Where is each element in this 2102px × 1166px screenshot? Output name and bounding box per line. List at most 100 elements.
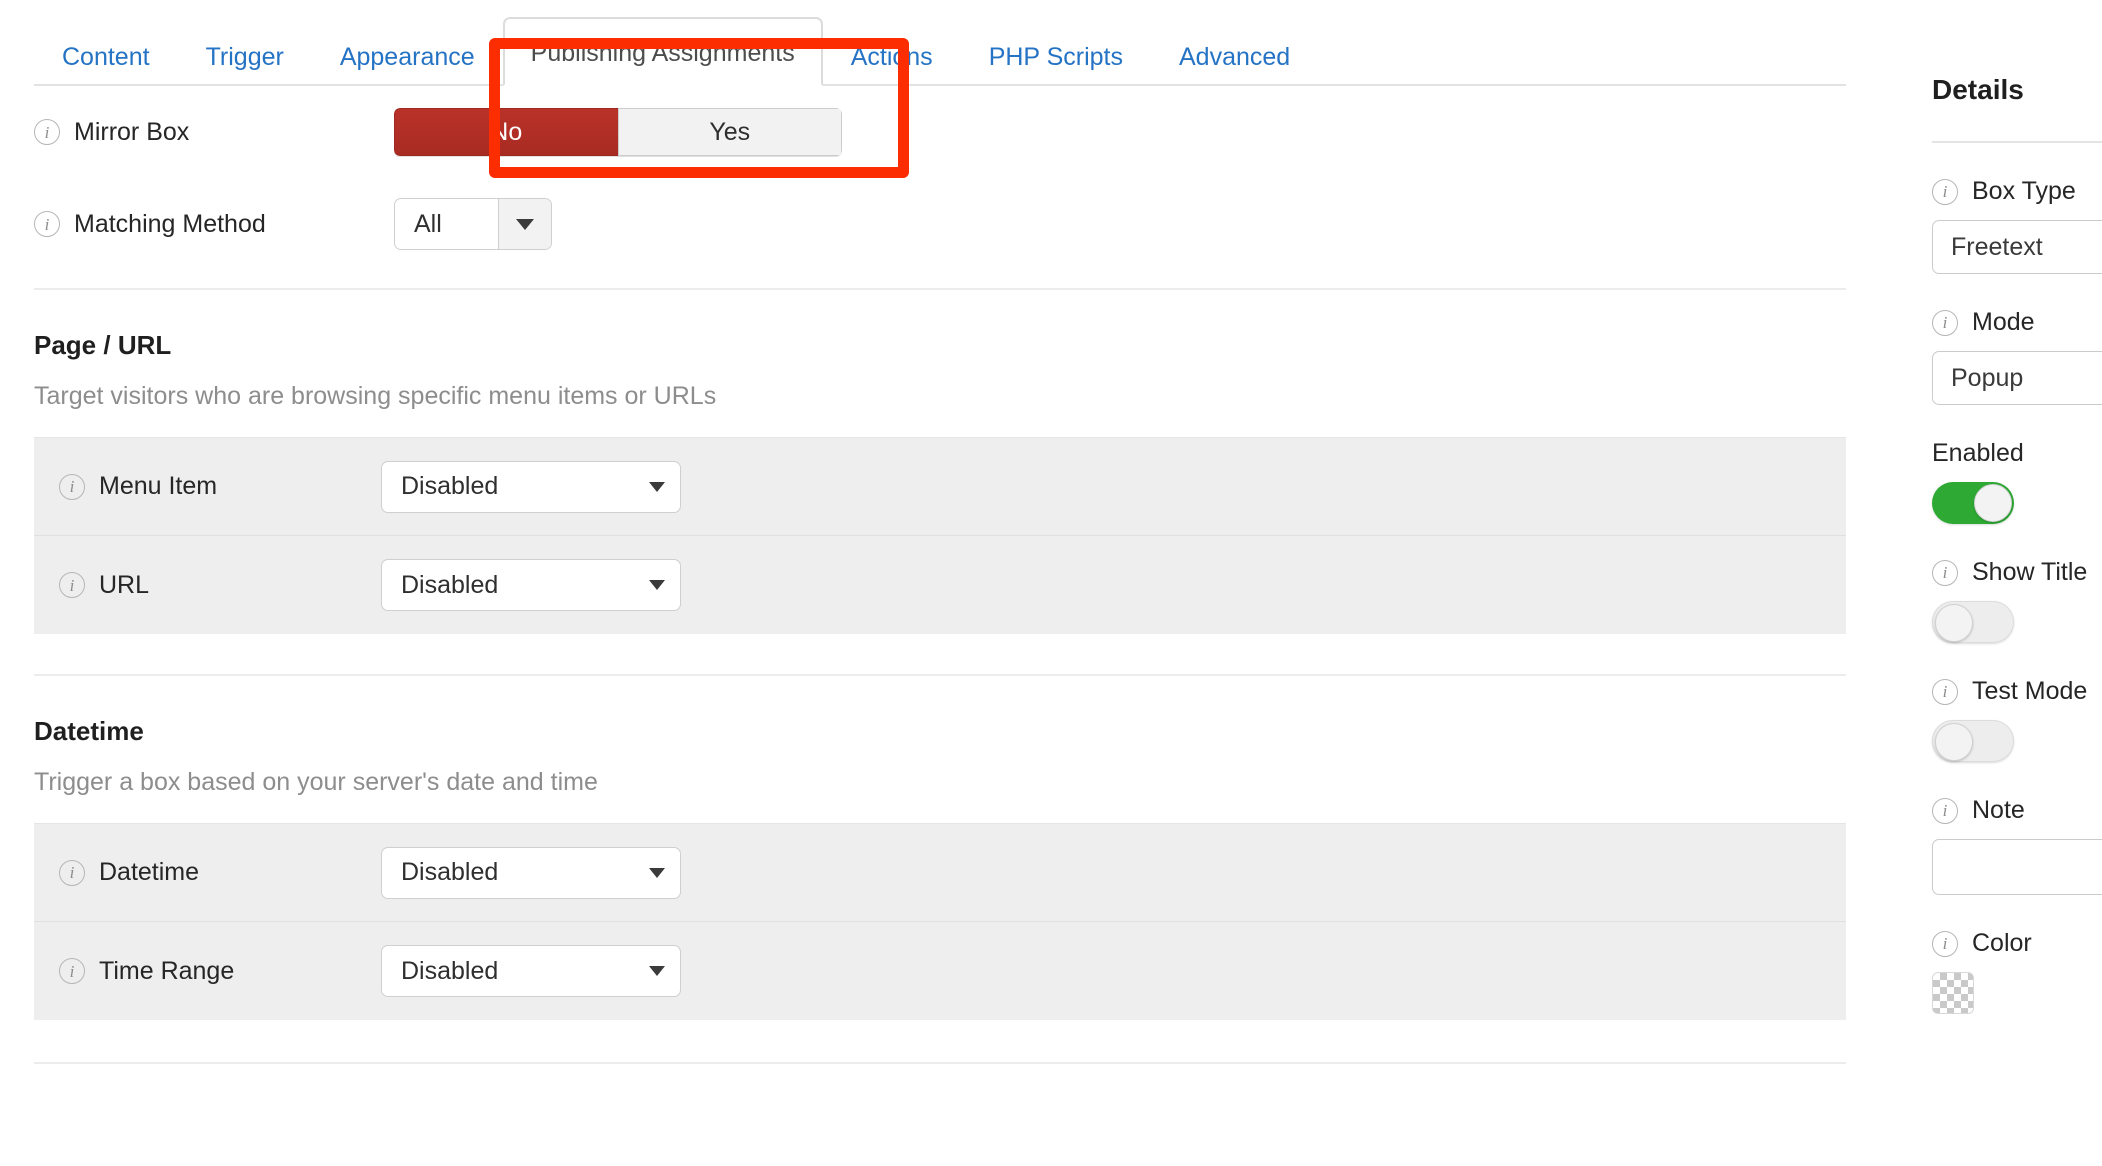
tab-bar: Content Trigger Appearance Publishing As… — [34, 0, 1846, 86]
datetime-label: Datetime — [99, 858, 199, 887]
time-range-value: Disabled — [382, 946, 634, 996]
matching-method-label-group: i Matching Method — [34, 210, 394, 239]
toggle-knob — [1935, 723, 1973, 761]
details-enabled-field: Enabled — [1932, 405, 2102, 524]
url-select[interactable]: Disabled — [381, 559, 681, 611]
menu-item-select[interactable]: Disabled — [381, 461, 681, 513]
menu-item-label-group: i Menu Item — [59, 472, 381, 501]
section-datetime: Datetime Trigger a box based on your ser… — [0, 676, 1880, 1020]
publishing-assignments-page: Content Trigger Appearance Publishing As… — [0, 0, 2102, 1166]
section-page-url-title: Page / URL — [34, 290, 1846, 361]
tab-actions[interactable]: Actions — [823, 43, 961, 84]
mirror-box-option-yes[interactable]: Yes — [618, 108, 843, 156]
box-type-input[interactable]: Freetext — [1932, 220, 2102, 274]
menu-item-label: Menu Item — [99, 472, 217, 501]
tab-publishing-assignments[interactable]: Publishing Assignments — [503, 17, 823, 86]
tab-php-scripts[interactable]: PHP Scripts — [961, 43, 1151, 84]
matching-method-label: Matching Method — [74, 210, 266, 239]
url-value: Disabled — [382, 560, 634, 610]
chevron-down-icon[interactable] — [634, 946, 680, 996]
section-datetime-subtitle: Trigger a box based on your server's dat… — [34, 747, 1846, 823]
enabled-toggle[interactable] — [1932, 482, 2014, 524]
info-icon[interactable]: i — [59, 860, 85, 886]
chevron-down-icon[interactable] — [634, 848, 680, 898]
chevron-down-icon[interactable] — [634, 462, 680, 512]
note-label-group: i Note — [1932, 796, 2102, 825]
datetime-value: Disabled — [382, 848, 634, 898]
box-type-label-group: i Box Type — [1932, 177, 2102, 206]
info-icon[interactable]: i — [1932, 679, 1958, 705]
tab-trigger[interactable]: Trigger — [178, 43, 312, 84]
section-datetime-title: Datetime — [34, 676, 1846, 747]
info-icon[interactable]: i — [1932, 310, 1958, 336]
page-url-grid: i Menu Item Disabled i URL Disabled — [34, 437, 1846, 634]
details-box-type-field: i Box Type Freetext — [1932, 143, 2102, 274]
section-page-url: Page / URL Target visitors who are brows… — [0, 290, 1880, 634]
info-icon[interactable]: i — [1932, 798, 1958, 824]
details-color-field: i Color — [1932, 895, 2102, 1014]
mirror-box-label-group: i Mirror Box — [34, 118, 394, 147]
info-icon[interactable]: i — [34, 119, 60, 145]
note-label: Note — [1972, 796, 2025, 825]
info-icon[interactable]: i — [59, 572, 85, 598]
info-icon[interactable]: i — [1932, 931, 1958, 957]
chevron-down-icon[interactable] — [498, 199, 551, 249]
details-title: Details — [1932, 0, 2102, 106]
note-input[interactable] — [1932, 839, 2102, 895]
show-title-label-group: i Show Title — [1932, 558, 2102, 587]
row-menu-item: i Menu Item Disabled — [34, 438, 1846, 536]
main-column: Content Trigger Appearance Publishing As… — [0, 0, 1880, 1166]
datetime-select[interactable]: Disabled — [381, 847, 681, 899]
box-type-label: Box Type — [1972, 177, 2076, 206]
details-note-field: i Note — [1932, 762, 2102, 895]
chevron-down-icon[interactable] — [634, 560, 680, 610]
enabled-label: Enabled — [1932, 439, 2102, 468]
mode-input[interactable]: Popup — [1932, 351, 2102, 405]
row-time-range: i Time Range Disabled — [34, 922, 1846, 1020]
matching-method-value: All — [395, 199, 498, 249]
color-label: Color — [1972, 929, 2032, 958]
test-mode-label: Test Mode — [1972, 677, 2087, 706]
info-icon[interactable]: i — [34, 211, 60, 237]
info-icon[interactable]: i — [59, 474, 85, 500]
mirror-box-toggle-group[interactable]: No Yes — [394, 108, 842, 156]
tab-advanced[interactable]: Advanced — [1151, 43, 1318, 84]
mode-label: Mode — [1972, 308, 2035, 337]
info-icon[interactable]: i — [1932, 179, 1958, 205]
details-show-title-field: i Show Title — [1932, 524, 2102, 643]
row-url: i URL Disabled — [34, 536, 1846, 634]
mirror-box-option-no[interactable]: No — [394, 108, 618, 156]
test-mode-label-group: i Test Mode — [1932, 677, 2102, 706]
test-mode-toggle[interactable] — [1932, 720, 2014, 762]
info-icon[interactable]: i — [59, 958, 85, 984]
datetime-label-group: i Datetime — [59, 858, 381, 887]
row-datetime: i Datetime Disabled — [34, 824, 1846, 922]
mode-label-group: i Mode — [1932, 308, 2102, 337]
tab-appearance[interactable]: Appearance — [312, 43, 503, 84]
matching-method-select[interactable]: All — [394, 198, 552, 250]
time-range-select[interactable]: Disabled — [381, 945, 681, 997]
details-mode-field: i Mode Popup — [1932, 274, 2102, 405]
divider — [34, 1062, 1846, 1064]
color-label-group: i Color — [1932, 929, 2102, 958]
time-range-label: Time Range — [99, 957, 234, 986]
section-page-url-subtitle: Target visitors who are browsing specifi… — [34, 361, 1846, 437]
show-title-label: Show Title — [1972, 558, 2087, 587]
mirror-box-row: i Mirror Box No Yes — [34, 86, 1846, 178]
top-fields: i Mirror Box No Yes i Matching Method Al… — [0, 86, 1880, 270]
time-range-label-group: i Time Range — [59, 957, 381, 986]
info-icon[interactable]: i — [1932, 560, 1958, 586]
details-panel: Details i Box Type Freetext i Mode Popup… — [1932, 0, 2102, 1166]
show-title-toggle[interactable] — [1932, 601, 2014, 643]
toggle-knob — [1974, 484, 2012, 522]
url-label-group: i URL — [59, 571, 381, 600]
color-swatch[interactable] — [1932, 972, 1974, 1014]
tab-list: Content Trigger Appearance Publishing As… — [34, 48, 1846, 84]
menu-item-value: Disabled — [382, 462, 634, 512]
url-label: URL — [99, 571, 149, 600]
matching-method-row: i Matching Method All — [34, 178, 1846, 270]
details-test-mode-field: i Test Mode — [1932, 643, 2102, 762]
datetime-grid: i Datetime Disabled i Time Range Disable… — [34, 823, 1846, 1020]
toggle-knob — [1935, 604, 1973, 642]
tab-content[interactable]: Content — [34, 43, 178, 84]
